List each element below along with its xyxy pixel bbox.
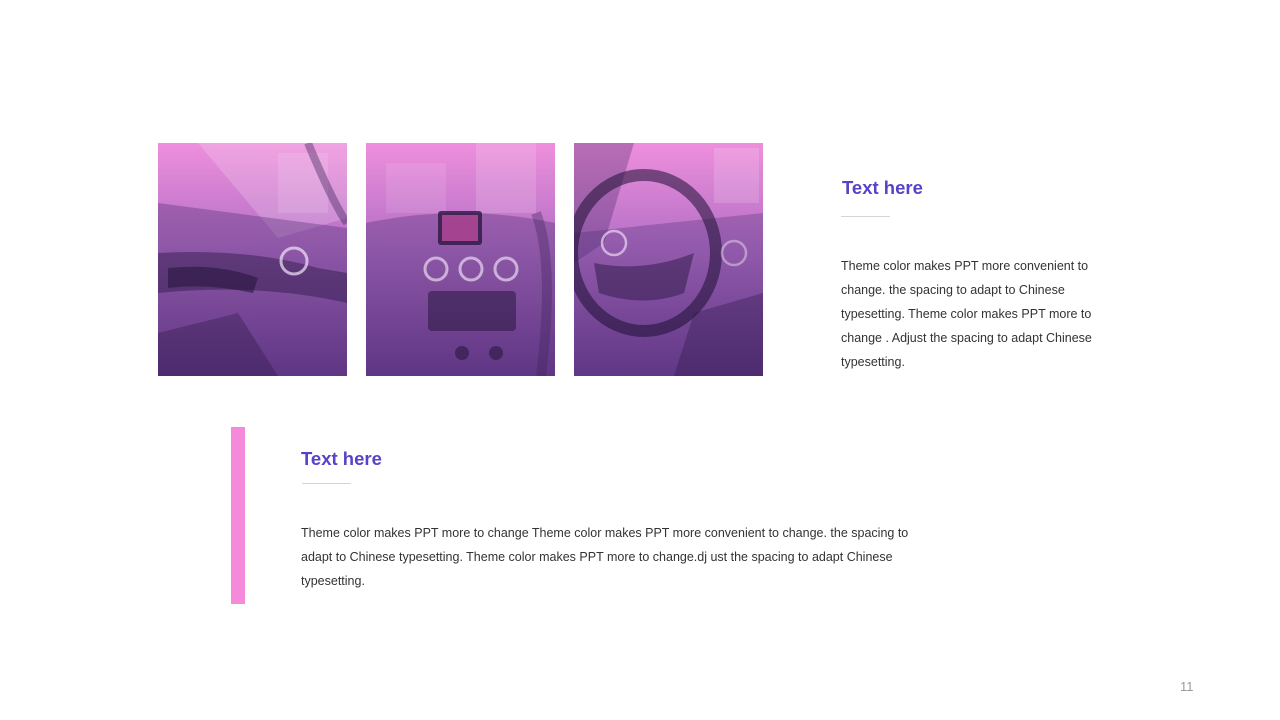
right-block-body: Theme color makes PPT more convenient to… (841, 259, 1092, 369)
right-block-heading: Text here (842, 177, 923, 198)
bottom-block-divider (302, 483, 351, 484)
bottom-block-accent-bar (231, 427, 245, 604)
car-steering-wheel-photo (574, 143, 763, 376)
right-block-divider (841, 216, 890, 217)
page-number: 11 (1180, 679, 1194, 694)
presentation-slide: Text here Theme color makes PPT more con… (0, 0, 1280, 720)
car-door-photo (158, 143, 347, 376)
car-dashboard-photo (366, 143, 555, 376)
bottom-block-body: Theme color makes PPT more to change The… (301, 526, 909, 588)
bottom-block-heading: Text here (301, 448, 382, 469)
